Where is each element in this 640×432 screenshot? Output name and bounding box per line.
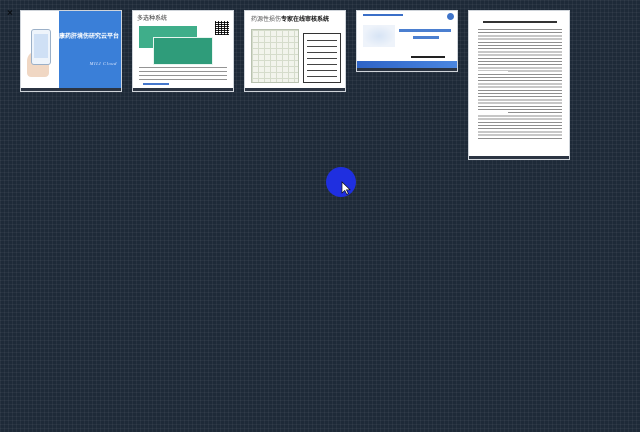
slide-3-title-prefix: 药源性损伤 — [251, 17, 282, 23]
slide-thumbnail-5[interactable] — [468, 10, 570, 160]
qr-code-icon — [215, 21, 229, 35]
phone-image — [31, 29, 51, 65]
slide-thumbnail-1[interactable]: 中康药肝境伤研究云平台 MILI Cloud — [20, 10, 122, 92]
slide-1-blue-panel — [59, 11, 121, 90]
slide-2-text-block — [139, 67, 227, 81]
slide-2-bottom-bar — [133, 88, 233, 91]
slide-5-bottom-bar — [469, 156, 569, 159]
slide-4-bottom-bar — [357, 68, 457, 71]
slide-1-bottom-bar — [21, 88, 121, 91]
slide-5-paragraph-break — [478, 71, 508, 74]
slide-thumbnail-2[interactable]: 多选种系统 — [132, 10, 234, 92]
slide-thumbnail-4[interactable] — [356, 10, 458, 72]
slide-3-text-box — [303, 33, 341, 83]
slide-4-map-graphic — [363, 25, 395, 47]
slide-5-paragraph-break — [478, 112, 508, 115]
slide-5-title-line — [483, 21, 557, 23]
slide-2-title: 多选种系统 — [137, 16, 168, 22]
close-icon[interactable]: × — [7, 9, 16, 19]
slide-3-title: 药源性损伤专家在线审核系统 — [251, 14, 329, 23]
slide-1-title: 中康药肝境伤研究云平台 — [53, 34, 120, 40]
slide-4-title-line-2 — [413, 36, 439, 39]
slide-5-text-body — [478, 29, 562, 141]
slide-1-left-panel — [21, 11, 59, 90]
slide-2-link — [143, 83, 169, 85]
slide-1-brand: MILI Cloud — [89, 61, 117, 66]
slide-3-bottom-bar — [245, 88, 345, 91]
slide-thumbnail-3[interactable]: 药源性损伤专家在线审核系统 — [244, 10, 346, 92]
logo-icon — [447, 13, 454, 20]
slide-4-org-line — [411, 56, 445, 58]
slide-4-blue-band — [357, 61, 457, 68]
slide-4-header-text — [363, 14, 403, 16]
mouse-pointer-icon — [341, 181, 351, 195]
slide-2-screenshot-b — [153, 37, 213, 65]
slide-4-title-line-1 — [399, 29, 451, 32]
slide-3-form-screenshot — [251, 29, 299, 83]
slide-4-header — [357, 11, 457, 21]
slide-3-title-strong: 专家在线审核系统 — [281, 17, 330, 23]
